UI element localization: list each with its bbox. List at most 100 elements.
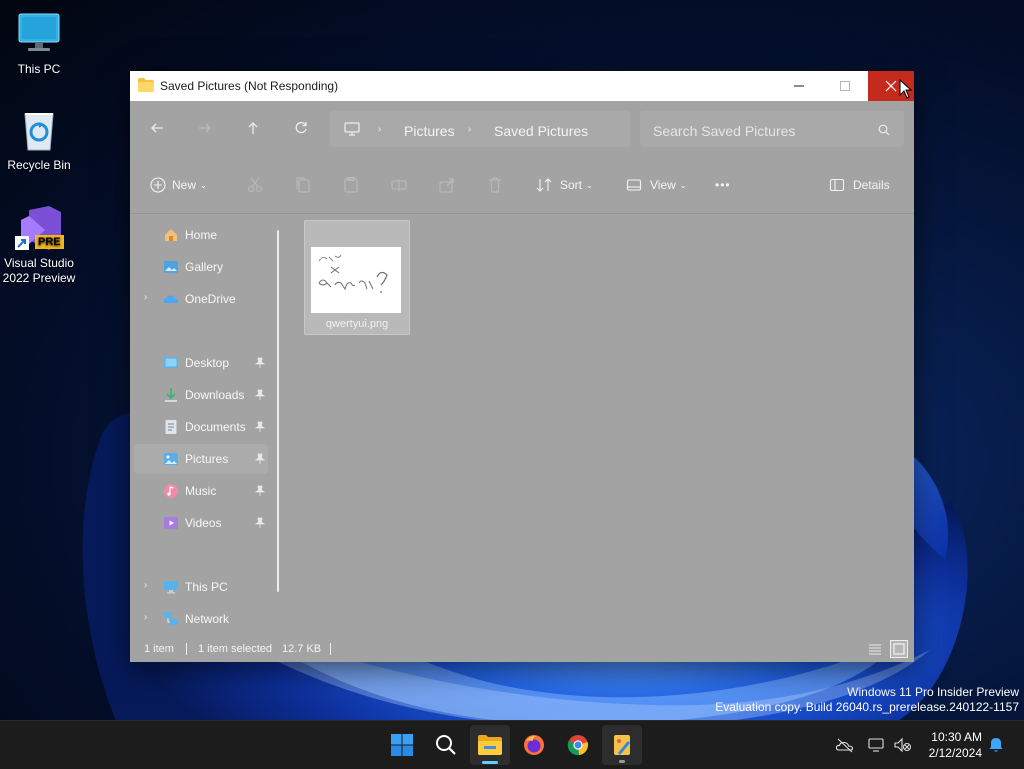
breadcrumb-item-saved-pictures[interactable]: Saved Pictures: [494, 123, 588, 139]
nav-item-label: Gallery: [185, 260, 224, 274]
minimize-icon: [794, 85, 804, 87]
chrome-icon: [567, 735, 588, 756]
onedrive-cloud-icon: [163, 295, 179, 303]
sort-icon: [536, 178, 552, 192]
sort-button-label: Sort: [560, 178, 583, 192]
chevron-down-icon: ⌄: [200, 180, 207, 190]
start-button[interactable]: [382, 725, 422, 765]
sort-button[interactable]: Sort ⌄: [536, 175, 593, 195]
navigation-pane-scrollbar[interactable]: [277, 230, 279, 592]
pin-icon[interactable]: [255, 517, 265, 529]
nav-item-label: Videos: [185, 516, 222, 530]
pin-icon[interactable]: [255, 485, 265, 497]
selection-size: 12.7 KB: [282, 643, 322, 655]
chevron-right-icon[interactable]: ›: [144, 612, 147, 623]
nav-item-videos[interactable]: Videos: [130, 508, 268, 538]
new-button[interactable]: New ⌄: [150, 175, 207, 195]
taskbar: 10:30 AM 2/12/2024: [0, 720, 1024, 769]
plus-circle-icon: [150, 177, 166, 193]
pin-icon[interactable]: [255, 357, 265, 369]
nav-item-gallery[interactable]: Gallery: [130, 252, 268, 282]
view-icon: [626, 179, 642, 191]
monitor-icon: [15, 10, 63, 58]
nav-item-music[interactable]: Music: [130, 476, 268, 506]
search-box[interactable]: Search Saved Pictures: [640, 111, 904, 147]
taskbar-chrome[interactable]: [558, 725, 598, 765]
clock[interactable]: 10:30 AM 2/12/2024: [929, 729, 982, 761]
maximize-icon: [840, 81, 850, 91]
nav-item-desktop[interactable]: Desktop: [130, 348, 268, 378]
pin-icon[interactable]: [255, 421, 265, 433]
image-thumbnail: [311, 247, 401, 313]
more-options-button[interactable]: •••: [715, 175, 731, 195]
view-button[interactable]: View ⌄: [626, 175, 687, 195]
file-name: qwertyui.png: [325, 318, 389, 330]
file-item[interactable]: qwertyui.png: [304, 220, 410, 335]
minimize-button[interactable]: [776, 71, 822, 101]
download-arrow-icon: [165, 388, 177, 402]
desktop-icon-label: Visual Studio 2022 Preview: [2, 256, 76, 285]
notification-bell-icon[interactable]: [988, 737, 1004, 753]
details-pane-icon: [829, 178, 845, 192]
taskbar-firefox[interactable]: [514, 725, 554, 765]
title-bar[interactable]: Saved Pictures (Not Responding): [130, 71, 914, 101]
volume-muted-icon[interactable]: [894, 737, 912, 753]
chevron-right-icon[interactable]: ›: [144, 292, 147, 303]
rename-icon[interactable]: [390, 176, 408, 194]
network-wired-icon[interactable]: [868, 737, 886, 753]
pin-icon[interactable]: [255, 389, 265, 401]
nav-item-home[interactable]: Home: [130, 220, 268, 250]
refresh-icon[interactable]: [291, 118, 311, 138]
nav-item-label: Desktop: [185, 356, 230, 370]
share-icon[interactable]: [438, 176, 456, 194]
nav-item-label: Music: [185, 484, 217, 498]
nav-item-downloads[interactable]: Downloads: [130, 380, 268, 410]
start-icon: [391, 734, 413, 756]
chevron-right-icon[interactable]: ›: [144, 580, 147, 591]
paste-icon[interactable]: [342, 176, 360, 194]
selection-count: 1 item selected: [198, 643, 272, 655]
address-bar-row: › Pictures › Saved Pictures Search Saved…: [130, 101, 914, 157]
onedrive-offline-icon[interactable]: [836, 737, 854, 753]
taskbar-search-button[interactable]: [426, 725, 466, 765]
forward-arrow-icon[interactable]: [195, 118, 215, 138]
pin-icon[interactable]: [255, 453, 265, 465]
breadcrumb-item-pictures[interactable]: Pictures: [404, 123, 455, 139]
chevron-right-icon: ›: [378, 124, 382, 135]
nav-item-pictures[interactable]: Pictures: [134, 444, 268, 474]
maximize-button[interactable]: [822, 71, 868, 101]
desktop-icon-visual-studio[interactable]: PRE Visual Studio 2022 Preview: [0, 204, 78, 286]
window-title: Saved Pictures (Not Responding): [160, 79, 339, 93]
chevron-down-icon: ⌄: [586, 180, 593, 190]
file-list[interactable]: qwertyui.png: [280, 214, 914, 635]
desktop-icon-recycle-bin[interactable]: Recycle Bin: [0, 106, 78, 173]
taskbar-paint[interactable]: [602, 725, 642, 765]
videos-icon: [164, 517, 178, 529]
desktop-icon-this-pc[interactable]: This PC: [0, 10, 78, 77]
nav-item-label: Home: [185, 228, 218, 242]
breadcrumb[interactable]: › Pictures › Saved Pictures: [330, 111, 630, 147]
file-explorer-window: Saved Pictures (Not Responding) › Pictur…: [130, 71, 914, 662]
search-input[interactable]: Search Saved Pictures: [653, 123, 795, 139]
visual-studio-icon: PRE: [15, 204, 64, 252]
active-app-indicator: [482, 761, 498, 764]
nav-item-network[interactable]: › Network: [130, 604, 268, 634]
recycle-bin-icon: [15, 106, 63, 154]
delete-icon[interactable]: [486, 176, 504, 194]
up-arrow-icon[interactable]: [243, 118, 263, 138]
nav-item-label: Pictures: [185, 452, 229, 466]
copy-icon[interactable]: [294, 176, 312, 194]
paint-icon: [614, 735, 630, 755]
nav-item-label: Downloads: [185, 388, 245, 402]
details-view-icon[interactable]: [868, 642, 882, 656]
mouse-cursor-icon: [899, 79, 913, 99]
taskbar-file-explorer[interactable]: [470, 725, 510, 765]
large-icons-view-icon[interactable]: [890, 640, 908, 658]
cut-icon[interactable]: [246, 176, 264, 194]
details-button[interactable]: Details: [829, 175, 890, 195]
details-button-label: Details: [853, 178, 890, 192]
nav-item-documents[interactable]: Documents: [130, 412, 268, 442]
nav-item-this-pc[interactable]: › This PC: [130, 572, 268, 602]
nav-item-onedrive[interactable]: › OneDrive: [130, 284, 268, 314]
back-arrow-icon[interactable]: [147, 118, 167, 138]
